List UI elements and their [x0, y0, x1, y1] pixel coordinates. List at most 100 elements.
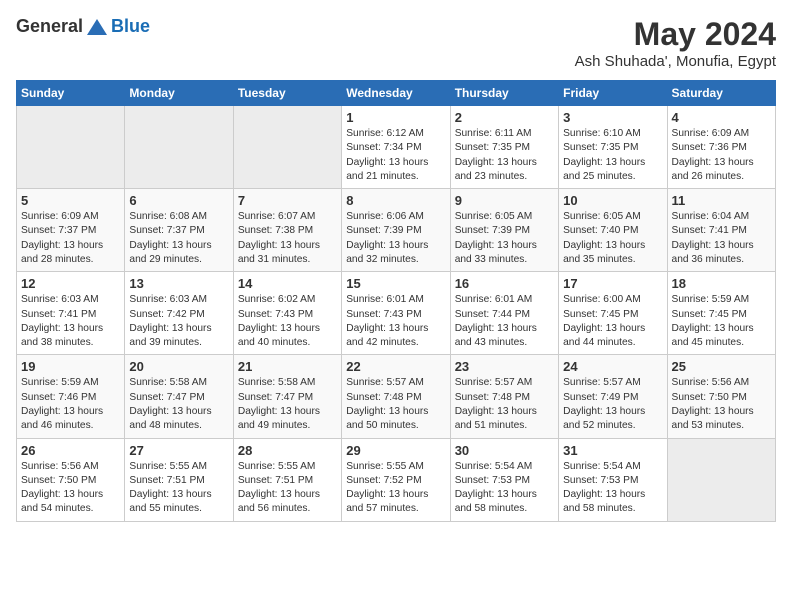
day-info: Sunrise: 6:11 AMSunset: 7:35 PMDaylight:… — [455, 127, 554, 184]
day-number: 23 — [455, 359, 554, 374]
day-number: 29 — [346, 443, 445, 458]
calendar-cell — [125, 106, 233, 189]
calendar-table: SundayMondayTuesdayWednesdayThursdayFrid… — [16, 80, 776, 522]
day-info: Sunrise: 5:55 AMSunset: 7:52 PMDaylight:… — [346, 460, 445, 517]
header-row: SundayMondayTuesdayWednesdayThursdayFrid… — [17, 81, 776, 106]
calendar-cell: 19Sunrise: 5:59 AMSunset: 7:46 PMDayligh… — [17, 355, 125, 438]
day-number: 25 — [672, 359, 771, 374]
calendar-cell: 8 Sunrise: 6:06 AMSunset: 7:39 PMDaylight… — [342, 189, 450, 272]
day-number: 21 — [238, 359, 337, 374]
calendar-cell: 12Sunrise: 6:03 AMSunset: 7:41 PMDayligh… — [17, 272, 125, 355]
calendar-cell: 20 Sunrise: 5:58 AMSunset: 7:47 PMDayligh… — [125, 355, 233, 438]
day-number: 28 — [238, 443, 337, 458]
calendar-cell: 13 Sunrise: 6:03 AMSunset: 7:42 PMDayligh… — [125, 272, 233, 355]
calendar-cell: 11 Sunrise: 6:04 AMSunset: 7:41 PMDayligh… — [667, 189, 775, 272]
day-info: Sunrise: 6:07 AMSunset: 7:38 PMDaylight:… — [238, 210, 337, 267]
calendar-cell: 21 Sunrise: 5:58 AMSunset: 7:47 PMDayligh… — [233, 355, 341, 438]
day-info: Sunrise: 6:03 AMSunset: 7:41 PMDaylight:… — [21, 293, 120, 350]
calendar-cell: 18 Sunrise: 5:59 AMSunset: 7:45 PMDayligh… — [667, 272, 775, 355]
logo-general: General — [16, 16, 83, 37]
page-header: General Blue May 2024 Ash Shuhada', Monu… — [16, 16, 776, 70]
calendar-title: May 2024 — [575, 16, 776, 53]
day-info: Sunrise: 6:09 AMSunset: 7:36 PMDaylight:… — [672, 127, 771, 184]
day-number: 8 — [346, 193, 445, 208]
day-number: 30 — [455, 443, 554, 458]
day-number: 22 — [346, 359, 445, 374]
day-number: 26 — [21, 443, 120, 458]
day-info: Sunrise: 5:55 AMSunset: 7:51 PMDaylight:… — [129, 460, 228, 517]
day-info: Sunrise: 6:02 AMSunset: 7:43 PMDaylight:… — [238, 293, 337, 350]
day-number: 13 — [129, 276, 228, 291]
calendar-cell: 9 Sunrise: 6:05 AMSunset: 7:39 PMDaylight… — [450, 189, 558, 272]
col-header-wednesday: Wednesday — [342, 81, 450, 106]
logo-blue: Blue — [111, 16, 150, 37]
day-number: 14 — [238, 276, 337, 291]
day-info: Sunrise: 6:00 AMSunset: 7:45 PMDaylight:… — [563, 293, 662, 350]
calendar-cell: 4Sunrise: 6:09 AMSunset: 7:36 PMDaylight… — [667, 106, 775, 189]
calendar-cell: 1Sunrise: 6:12 AMSunset: 7:34 PMDaylight… — [342, 106, 450, 189]
day-info: Sunrise: 5:58 AMSunset: 7:47 PMDaylight:… — [129, 376, 228, 433]
day-info: Sunrise: 5:56 AMSunset: 7:50 PMDaylight:… — [21, 460, 120, 517]
day-info: Sunrise: 5:59 AMSunset: 7:46 PMDaylight:… — [21, 376, 120, 433]
day-number: 18 — [672, 276, 771, 291]
calendar-cell: 31 Sunrise: 5:54 AMSunset: 7:53 PMDayligh… — [559, 438, 667, 521]
calendar-cell: 10 Sunrise: 6:05 AMSunset: 7:40 PMDayligh… — [559, 189, 667, 272]
day-number: 2 — [455, 110, 554, 125]
calendar-week-1: 1Sunrise: 6:12 AMSunset: 7:34 PMDaylight… — [17, 106, 776, 189]
day-info: Sunrise: 5:58 AMSunset: 7:47 PMDaylight:… — [238, 376, 337, 433]
calendar-cell: 7Sunrise: 6:07 AMSunset: 7:38 PMDaylight… — [233, 189, 341, 272]
day-info: Sunrise: 5:57 AMSunset: 7:48 PMDaylight:… — [346, 376, 445, 433]
col-header-monday: Monday — [125, 81, 233, 106]
calendar-body: 1Sunrise: 6:12 AMSunset: 7:34 PMDaylight… — [17, 106, 776, 522]
calendar-header: SundayMondayTuesdayWednesdayThursdayFrid… — [17, 81, 776, 106]
calendar-cell — [233, 106, 341, 189]
calendar-cell: 29 Sunrise: 5:55 AMSunset: 7:52 PMDayligh… — [342, 438, 450, 521]
title-block: May 2024 Ash Shuhada', Monufia, Egypt — [575, 16, 776, 70]
day-number: 27 — [129, 443, 228, 458]
calendar-cell: 24 Sunrise: 5:57 AMSunset: 7:49 PMDayligh… — [559, 355, 667, 438]
day-info: Sunrise: 6:04 AMSunset: 7:41 PMDaylight:… — [672, 210, 771, 267]
calendar-week-5: 26 Sunrise: 5:56 AMSunset: 7:50 PMDayligh… — [17, 438, 776, 521]
day-info: Sunrise: 6:06 AMSunset: 7:39 PMDaylight:… — [346, 210, 445, 267]
calendar-week-2: 5Sunrise: 6:09 AMSunset: 7:37 PMDaylight… — [17, 189, 776, 272]
day-info: Sunrise: 5:59 AMSunset: 7:45 PMDaylight:… — [672, 293, 771, 350]
calendar-cell: 23 Sunrise: 5:57 AMSunset: 7:48 PMDayligh… — [450, 355, 558, 438]
calendar-cell — [17, 106, 125, 189]
calendar-week-3: 12Sunrise: 6:03 AMSunset: 7:41 PMDayligh… — [17, 272, 776, 355]
day-info: Sunrise: 6:05 AMSunset: 7:39 PMDaylight:… — [455, 210, 554, 267]
calendar-cell: 5Sunrise: 6:09 AMSunset: 7:37 PMDaylight… — [17, 189, 125, 272]
day-info: Sunrise: 5:56 AMSunset: 7:50 PMDaylight:… — [672, 376, 771, 433]
col-header-friday: Friday — [559, 81, 667, 106]
day-info: Sunrise: 5:54 AMSunset: 7:53 PMDaylight:… — [455, 460, 554, 517]
day-number: 9 — [455, 193, 554, 208]
calendar-cell: 6 Sunrise: 6:08 AMSunset: 7:37 PMDaylight… — [125, 189, 233, 272]
day-info: Sunrise: 6:03 AMSunset: 7:42 PMDaylight:… — [129, 293, 228, 350]
col-header-saturday: Saturday — [667, 81, 775, 106]
calendar-week-4: 19Sunrise: 5:59 AMSunset: 7:46 PMDayligh… — [17, 355, 776, 438]
calendar-cell: 22 Sunrise: 5:57 AMSunset: 7:48 PMDayligh… — [342, 355, 450, 438]
day-info: Sunrise: 5:55 AMSunset: 7:51 PMDaylight:… — [238, 460, 337, 517]
day-number: 20 — [129, 359, 228, 374]
day-info: Sunrise: 6:08 AMSunset: 7:37 PMDaylight:… — [129, 210, 228, 267]
calendar-cell: 25 Sunrise: 5:56 AMSunset: 7:50 PMDayligh… — [667, 355, 775, 438]
calendar-cell: 27 Sunrise: 5:55 AMSunset: 7:51 PMDayligh… — [125, 438, 233, 521]
day-info: Sunrise: 6:10 AMSunset: 7:35 PMDaylight:… — [563, 127, 662, 184]
day-info: Sunrise: 5:54 AMSunset: 7:53 PMDaylight:… — [563, 460, 662, 517]
calendar-cell: 14 Sunrise: 6:02 AMSunset: 7:43 PMDayligh… — [233, 272, 341, 355]
logo-icon — [85, 17, 109, 37]
day-number: 24 — [563, 359, 662, 374]
day-info: Sunrise: 6:05 AMSunset: 7:40 PMDaylight:… — [563, 210, 662, 267]
day-number: 10 — [563, 193, 662, 208]
day-info: Sunrise: 5:57 AMSunset: 7:48 PMDaylight:… — [455, 376, 554, 433]
day-info: Sunrise: 6:01 AMSunset: 7:44 PMDaylight:… — [455, 293, 554, 350]
day-info: Sunrise: 6:01 AMSunset: 7:43 PMDaylight:… — [346, 293, 445, 350]
day-number: 31 — [563, 443, 662, 458]
day-info: Sunrise: 5:57 AMSunset: 7:49 PMDaylight:… — [563, 376, 662, 433]
day-number: 11 — [672, 193, 771, 208]
day-number: 17 — [563, 276, 662, 291]
day-number: 6 — [129, 193, 228, 208]
calendar-cell: 30 Sunrise: 5:54 AMSunset: 7:53 PMDayligh… — [450, 438, 558, 521]
calendar-cell: 3 Sunrise: 6:10 AMSunset: 7:35 PMDaylight… — [559, 106, 667, 189]
calendar-cell: 2 Sunrise: 6:11 AMSunset: 7:35 PMDaylight… — [450, 106, 558, 189]
day-number: 3 — [563, 110, 662, 125]
